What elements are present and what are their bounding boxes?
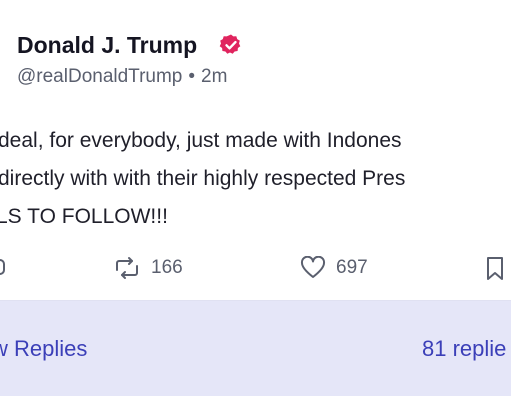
author-display-name[interactable]: Donald J. Trump xyxy=(17,32,197,59)
replies-bar: w Replies 81 replie xyxy=(0,300,511,396)
verified-badge-icon xyxy=(219,34,241,54)
repost-icon xyxy=(116,257,138,279)
post-timestamp[interactable]: 2m xyxy=(201,66,227,87)
repost-button[interactable]: 166 xyxy=(113,256,183,280)
post-text-line-3: LS TO FOLLOW!!! xyxy=(0,205,168,228)
meta-separator: • xyxy=(188,66,196,87)
like-count: 697 xyxy=(336,257,368,278)
bookmark-button[interactable] xyxy=(485,256,505,282)
view-replies-link[interactable]: w Replies xyxy=(0,336,87,362)
reply-icon xyxy=(0,259,5,275)
author-handle[interactable]: @realDonaldTrump xyxy=(17,66,182,87)
post-text-line-2: directly with with their highly respecte… xyxy=(0,167,406,190)
post-text-line-1: deal, for everybody, just made with Indo… xyxy=(0,129,402,152)
bookmark-icon xyxy=(487,257,503,280)
repost-count: 166 xyxy=(151,257,183,278)
reply-button[interactable] xyxy=(0,256,6,280)
author-meta-row: @realDonaldTrump • 2m xyxy=(17,66,227,88)
like-button[interactable]: 697 xyxy=(300,256,368,280)
post-card: Donald J. Trump @realDonaldTrump • 2m deal… xyxy=(0,0,511,400)
replies-count-link[interactable]: 81 replie xyxy=(422,336,506,362)
heart-icon xyxy=(300,256,326,278)
